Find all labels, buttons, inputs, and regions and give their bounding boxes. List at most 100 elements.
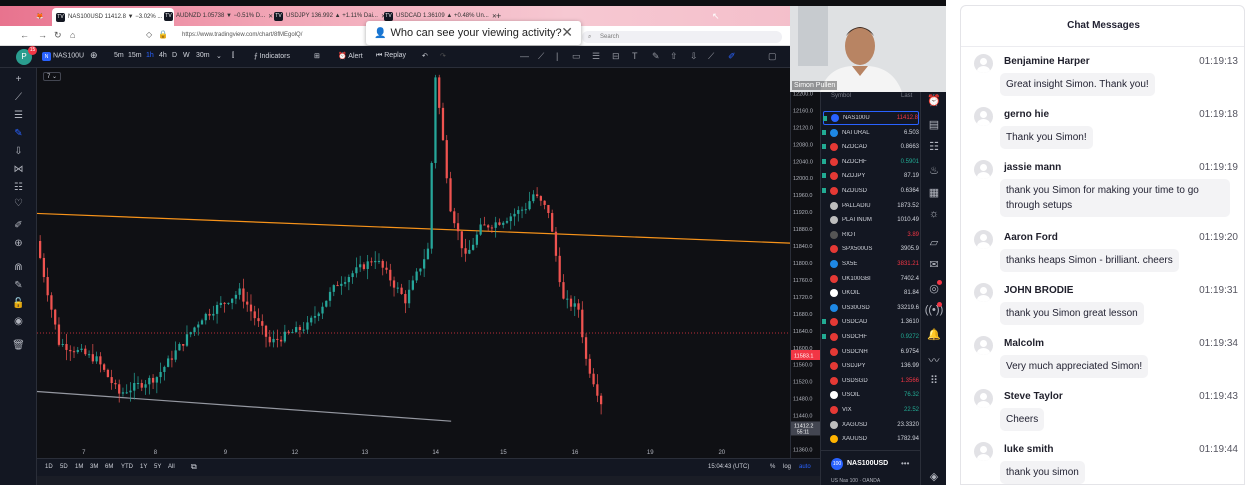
brush-tool-icon[interactable]: ✎ — [0, 128, 37, 139]
heart-icon[interactable]: ♡ — [0, 198, 37, 209]
channel-icon[interactable]: ⊟ — [612, 51, 620, 62]
back-icon[interactable]: ← — [20, 30, 29, 40]
price-chart[interactable]: 7 ⌄ — [36, 68, 791, 444]
alert-button[interactable]: ⏰ Alert — [338, 52, 363, 60]
popup-text[interactable]: Who can see your viewing activity? — [390, 27, 561, 39]
zoom-icon[interactable]: ⊕ — [0, 238, 37, 249]
rectangle-icon[interactable]: ▭ — [572, 51, 581, 62]
price-axis[interactable]: 12240.012200.012160.012120.012080.012040… — [790, 74, 821, 458]
arrow-down-icon[interactable]: ⇩ — [690, 51, 698, 62]
calendar-icon[interactable]: ▦ — [921, 186, 946, 199]
watchlist-row[interactable]: RIOT 3.89 — [823, 228, 919, 242]
watchlist-row[interactable]: SX5E 3831.21 — [823, 257, 919, 271]
arrow-up-icon[interactable]: ⇧ — [670, 51, 678, 62]
timeframe-1d[interactable]: 1D — [45, 464, 53, 470]
redo-icon[interactable]: ↷ — [440, 52, 446, 60]
sender-name[interactable]: gerno hie — [1004, 109, 1049, 120]
flag-icon[interactable] — [822, 334, 826, 339]
chats-icon[interactable]: ▱ — [921, 236, 946, 249]
watchlist-row[interactable]: NZDJPY 87.19 — [822, 169, 919, 183]
sender-name[interactable]: Benjamine Harper — [1004, 56, 1090, 67]
pattern-tool-icon[interactable]: ⋈ — [0, 164, 37, 175]
trash-icon[interactable]: 🗑 — [0, 340, 37, 351]
alarm-clock-icon[interactable]: ⏰ — [921, 94, 946, 107]
sender-name[interactable]: JOHN BRODIE — [1004, 285, 1073, 296]
watchlist-row[interactable]: SPX500US 3905.9 — [823, 242, 919, 256]
browser-tab-1[interactable]: TV NAS100USD 11412.8 ▼ −3.02% ... ✕ — [52, 8, 175, 26]
date-range-icon[interactable]: ⧉ — [191, 462, 197, 472]
sender-name[interactable]: luke smith — [1004, 444, 1053, 455]
log-toggle[interactable]: log — [783, 464, 791, 470]
watchlist-row[interactable]: NATURAL 6.503 — [822, 126, 919, 140]
flag-icon[interactable] — [822, 144, 826, 150]
watchlist-row[interactable]: USDCHF 0.9272 — [822, 330, 919, 344]
trend-line-icon[interactable]: ⟋ — [538, 51, 544, 62]
sender-name[interactable]: Steve Taylor — [1004, 391, 1063, 402]
timeframe-6m[interactable]: 6M — [105, 464, 113, 470]
trendline-1[interactable] — [36, 212, 791, 244]
clock-readout[interactable]: 15:04:43 (UTC) — [708, 464, 749, 470]
percent-toggle[interactable]: % — [770, 464, 775, 470]
interval-4h[interactable]: 4h — [159, 52, 167, 59]
lock-icon[interactable]: 🔒 — [158, 30, 168, 39]
browser-tab-2[interactable]: TV AUDNZD 1.05738 ▼ −0.51% D... ✕ — [164, 9, 273, 23]
time-axis[interactable]: 7 8 9 12 13 14 15 16 19 20 — [37, 444, 790, 458]
timeframe-5y[interactable]: 5Y — [154, 464, 161, 470]
ruler-icon[interactable]: ⟋ — [708, 51, 714, 62]
trend-line-tool-icon[interactable]: ⟋ — [0, 92, 37, 103]
forward-icon[interactable]: → — [38, 30, 47, 40]
pencil-icon[interactable]: ✐ — [728, 51, 736, 62]
flag-icon[interactable] — [822, 129, 826, 135]
timeframe-3m[interactable]: 3M — [90, 464, 98, 470]
column-last[interactable]: Last — [901, 93, 912, 99]
sender-name[interactable]: Malcolm — [1004, 338, 1044, 349]
details-icon[interactable]: ☷ — [921, 140, 946, 153]
watchlist-row[interactable]: VIX 22.52 — [823, 403, 919, 417]
forecast-tool-icon[interactable]: ☷ — [0, 182, 37, 193]
timeframe-1y[interactable]: 1Y — [140, 464, 147, 470]
interval-w[interactable]: W — [183, 52, 190, 59]
timeframe-ytd[interactable]: YTD — [121, 464, 133, 470]
browser-menu-icon[interactable]: 🦊 — [36, 9, 43, 23]
fib-tool-icon[interactable]: ☰ — [0, 110, 37, 121]
lock-drawings-icon[interactable]: 🔓 — [0, 298, 37, 309]
watchlist-row[interactable]: USDCAD 1.3610 — [822, 315, 919, 329]
indicators-button[interactable]: ⨍ Indicators — [254, 52, 290, 60]
layers-icon[interactable]: ◈ — [921, 470, 946, 483]
brush-icon[interactable]: ✎ — [652, 51, 660, 62]
interval-d[interactable]: D — [172, 52, 177, 59]
watchlist-row[interactable]: UKOIL 81.84 — [823, 286, 919, 300]
flag-icon[interactable] — [823, 116, 827, 121]
avatar[interactable] — [974, 230, 993, 249]
watchlist-row[interactable]: US30USD 33219.6 — [823, 301, 919, 315]
watchlist-row[interactable]: PALLADIU 1873.52 — [823, 199, 919, 213]
url-field[interactable]: https://www.tradingview.com/chart/8fMEgo… — [182, 32, 302, 38]
more-options-icon[interactable]: ••• — [901, 459, 909, 468]
interval-5m[interactable]: 5m — [114, 52, 124, 59]
templates-icon[interactable]: ⊞ — [314, 52, 320, 60]
ruler-tool-icon[interactable]: ✐ — [0, 220, 37, 231]
text-icon[interactable]: T — [632, 51, 638, 61]
watchlist-row[interactable]: NZDUSD 0.6364 — [822, 184, 919, 198]
hotlists-icon[interactable]: ♨ — [921, 164, 946, 177]
pulse-icon[interactable]: 〰 — [921, 352, 946, 368]
avatar[interactable] — [974, 336, 993, 355]
sender-name[interactable]: jassie mann — [1004, 162, 1061, 173]
symbol-search-button[interactable]: N NAS100U — [42, 52, 84, 61]
close-icon[interactable]: ✕ — [268, 13, 273, 20]
fib-icon[interactable]: ☰ — [592, 51, 600, 62]
add-symbol-icon[interactable]: ⊕ — [90, 50, 98, 61]
interval-dropdown-icon[interactable]: ⌄ — [216, 52, 222, 60]
interval-30m[interactable]: 30m — [196, 52, 210, 59]
notes-icon[interactable]: ✉ — [921, 258, 946, 271]
sender-name[interactable]: Aaron Ford — [1004, 232, 1058, 243]
visibility-icon[interactable]: ◉ — [0, 316, 37, 327]
watchlist-row[interactable]: XAUUSD 1782.94 — [823, 432, 919, 446]
viewing-activity-popup[interactable]: 👤 Who can see your viewing activity? ✕ — [366, 21, 581, 45]
pin-tool-icon[interactable]: ⇩ — [0, 146, 37, 157]
watchlist-row[interactable]: XAGUSD 23.3320 — [823, 418, 919, 432]
avatar[interactable] — [974, 389, 993, 408]
flag-icon[interactable] — [822, 188, 826, 193]
avatar[interactable] — [974, 107, 993, 126]
collapse-indicator-button[interactable]: 7 ⌄ — [43, 72, 62, 81]
